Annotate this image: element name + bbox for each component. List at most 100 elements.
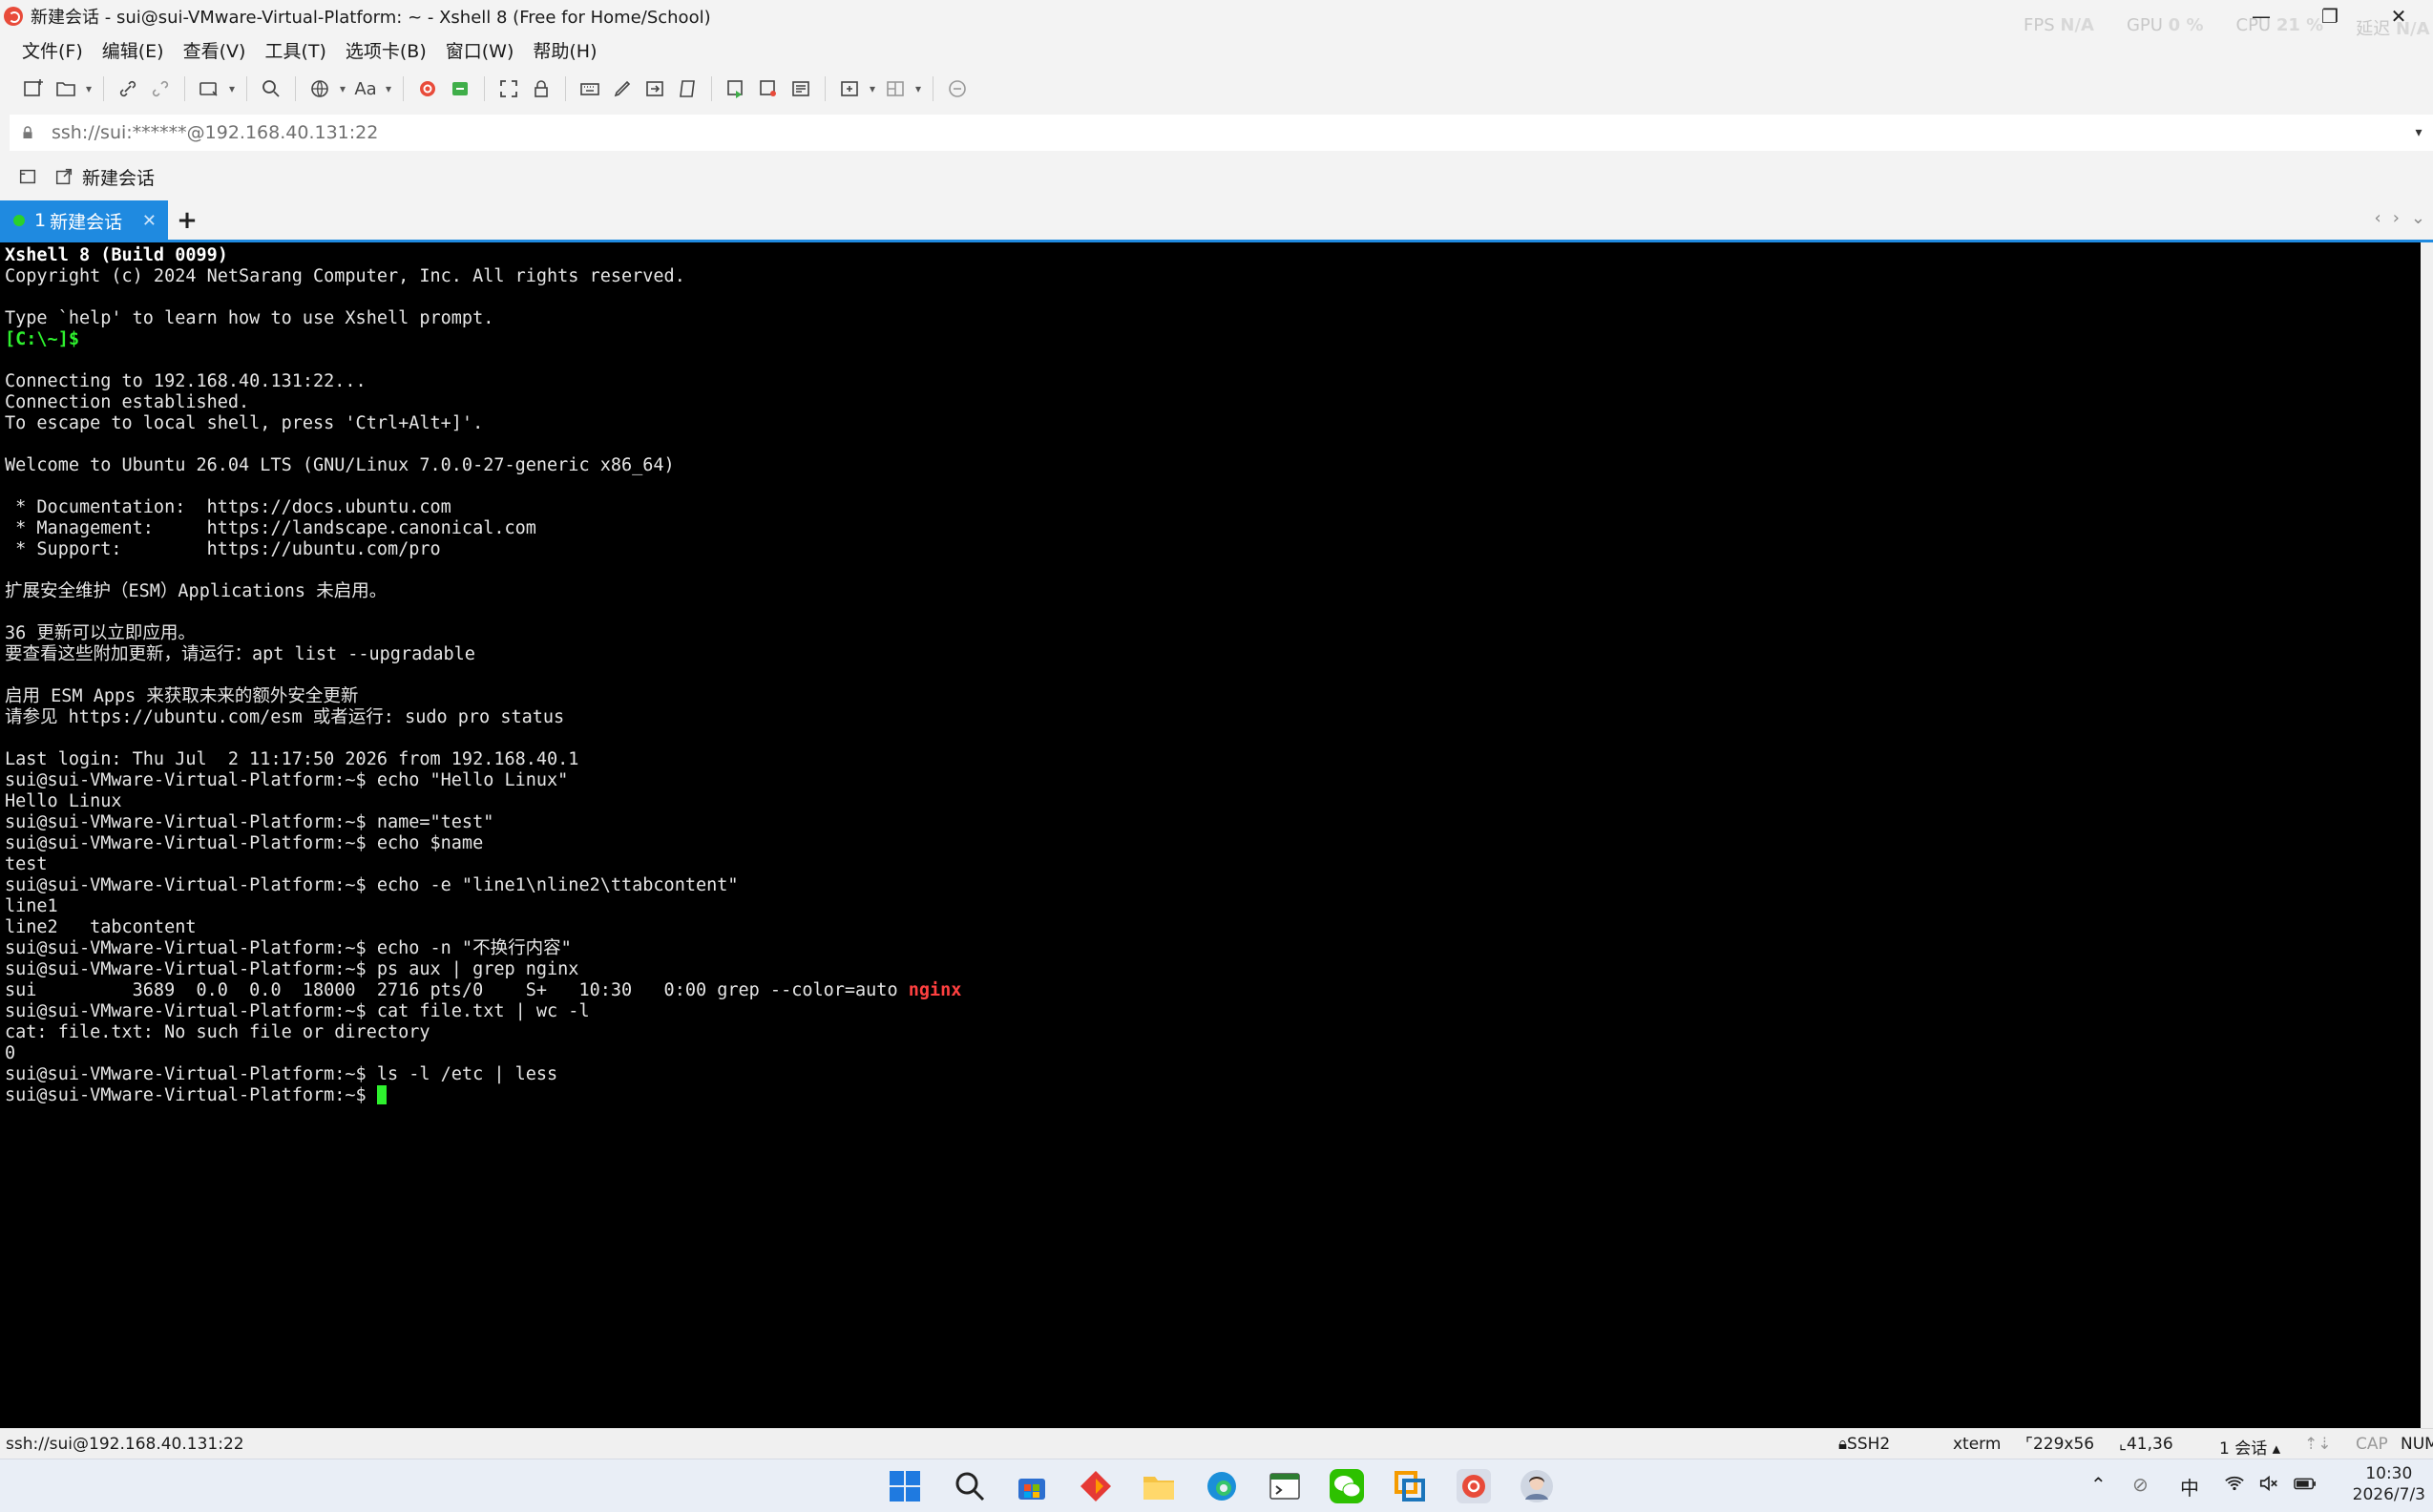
session-list-icon[interactable] <box>15 164 40 189</box>
chat-icon[interactable] <box>941 73 974 105</box>
status-size: ⌜229x56 <box>2025 1435 2095 1454</box>
terminal-window-icon[interactable] <box>1268 1469 1302 1503</box>
new-session-icon[interactable] <box>17 73 50 105</box>
lock-icon[interactable] <box>525 73 557 105</box>
chevron-down-icon[interactable]: ▾ <box>2404 125 2433 140</box>
terminal-text: line1 <box>5 896 58 916</box>
log-icon[interactable] <box>752 73 785 105</box>
terminal-output[interactable]: Xshell 8 (Build 0099) Copyright (c) 2024 … <box>0 242 2421 1428</box>
toolbar-divider <box>246 76 247 101</box>
chevron-down-icon[interactable]: ▾ <box>336 73 349 105</box>
terminal-line: sui@sui-VMware-Virtual-Platform:~$ ls -l… <box>5 1064 2421 1085</box>
chevron-down-icon[interactable]: ▾ <box>866 73 879 105</box>
chevron-down-icon[interactable]: ▾ <box>225 73 239 105</box>
menu-view[interactable]: 查看(V) <box>180 35 249 65</box>
wechat-icon[interactable] <box>1330 1469 1364 1503</box>
keyboard-icon[interactable] <box>574 73 606 105</box>
user-avatar-icon[interactable] <box>1520 1469 1554 1503</box>
search-icon[interactable] <box>953 1469 987 1503</box>
app-diamond-icon[interactable] <box>1079 1469 1113 1503</box>
windows-start-icon[interactable] <box>888 1469 922 1503</box>
windows-taskbar: ⌃ ⊘ 中 10:30 2026/7/3 <box>0 1459 2433 1512</box>
terminal-text: sui@sui-VMware-Virtual-Platform:~$ <box>5 1085 377 1105</box>
new-tab-icon[interactable] <box>833 73 866 105</box>
terminal-line: To escape to local shell, press 'Ctrl+Al… <box>5 413 2421 434</box>
terminal-text: sui@sui-VMware-Virtual-Platform:~$ ls -l… <box>5 1064 558 1084</box>
toolbar-divider <box>484 76 485 101</box>
notes-icon[interactable] <box>785 73 817 105</box>
tab-next-icon[interactable]: › <box>2393 208 2400 228</box>
terminal-scrollbar[interactable] <box>2421 242 2433 1428</box>
highlight-pen-icon[interactable] <box>606 73 639 105</box>
terminal-text: sui@sui-VMware-Virtual-Platform:~$ ps au… <box>5 959 579 979</box>
tab-list-icon[interactable]: ⌄ <box>2411 208 2425 228</box>
font-icon[interactable]: Aa <box>349 73 382 105</box>
minimize-button[interactable]: — <box>2227 0 2296 32</box>
menu-tools[interactable]: 工具(T) <box>262 35 328 65</box>
add-tab-button[interactable]: + <box>168 206 206 235</box>
globe-icon[interactable] <box>304 73 336 105</box>
input-method-indicator[interactable]: 中 <box>2180 1473 2199 1501</box>
xshell-app-icon[interactable] <box>4 7 23 26</box>
network-off-icon[interactable]: ⊘ <box>2132 1473 2149 1496</box>
status-num: NUM <box>2401 1435 2433 1454</box>
store-icon[interactable] <box>1015 1469 1049 1503</box>
terminal-line: Connecting to 192.168.40.131:22... <box>5 371 2421 392</box>
toolbar-divider <box>825 76 826 101</box>
saved-session-link[interactable]: 新建会话 <box>82 164 155 190</box>
external-link-icon[interactable] <box>52 164 76 189</box>
close-icon[interactable]: ✕ <box>142 211 157 231</box>
menu-edit[interactable]: 编辑(E) <box>99 35 167 65</box>
terminal-line: sui@sui-VMware-Virtual-Platform:~$ cat f… <box>5 1001 2421 1022</box>
compose-icon[interactable] <box>639 73 671 105</box>
terminal-text: Welcome to Ubuntu 26.04 LTS (GNU/Linux 7… <box>5 455 675 475</box>
status-cursor: ⌞41,36 <box>2119 1435 2173 1454</box>
terminal-text: Last login: Thu Jul 2 11:17:50 2026 from… <box>5 749 579 769</box>
menu-help[interactable]: 帮助(H) <box>530 35 599 65</box>
terminal-text: Type `help' to learn how to use Xshell p… <box>5 308 494 328</box>
xshell-taskbar-icon[interactable] <box>1457 1469 1491 1503</box>
script-icon[interactable] <box>671 73 703 105</box>
menu-tabs[interactable]: 选项卡(B) <box>343 35 430 65</box>
wifi-icon[interactable] <box>2224 1473 2245 1499</box>
terminal-text: 启用 ESM Apps 来获取未来的额外安全更新 <box>5 686 359 706</box>
close-window-button[interactable]: ✕ <box>2364 0 2433 32</box>
xshell-logo-icon[interactable] <box>411 73 444 105</box>
connect-link-icon[interactable] <box>112 73 144 105</box>
terminal-text: line2 tabcontent <box>5 917 197 937</box>
terminal-line: sui@sui-VMware-Virtual-Platform:~$ echo … <box>5 875 2421 896</box>
menu-file[interactable]: 文件(F) <box>19 35 86 65</box>
edge-browser-icon[interactable] <box>1205 1469 1239 1503</box>
battery-icon[interactable] <box>2293 1473 2318 1499</box>
transfer-icon[interactable] <box>720 73 752 105</box>
vmware-icon[interactable] <box>1393 1469 1427 1503</box>
volume-muted-icon[interactable] <box>2258 1473 2279 1499</box>
address-bar[interactable]: ssh://sui:******@192.168.40.131:22 ▾ <box>10 115 2433 151</box>
open-folder-icon[interactable] <box>50 73 82 105</box>
chevron-down-icon[interactable]: ▾ <box>382 73 395 105</box>
system-clock[interactable]: 10:30 2026/7/3 <box>2353 1463 2425 1505</box>
terminal-text: * Support: https://ubuntu.com/pro <box>5 539 441 559</box>
terminal-line: 要查看这些附加更新，请运行：apt list --upgradable <box>5 644 2421 665</box>
toolbar-divider <box>565 76 566 101</box>
restore-button[interactable]: ❐ <box>2296 0 2364 32</box>
chevron-up-icon[interactable]: ⌃ <box>2090 1473 2107 1496</box>
address-input[interactable]: ssh://sui:******@192.168.40.131:22 <box>52 122 2404 143</box>
tab-prev-icon[interactable]: ‹ <box>2375 208 2381 228</box>
status-sessions[interactable]: 1 会话 ▴ <box>2219 1435 2280 1459</box>
terminal-text: sui@sui-VMware-Virtual-Platform:~$ echo … <box>5 833 484 853</box>
chevron-down-icon[interactable]: ▾ <box>912 73 925 105</box>
layout-icon[interactable] <box>879 73 912 105</box>
chevron-down-icon[interactable]: ▾ <box>82 73 95 105</box>
terminal-line: Welcome to Ubuntu 26.04 LTS (GNU/Linux 7… <box>5 455 2421 476</box>
xftp-icon[interactable] <box>444 73 476 105</box>
session-manager-icon[interactable] <box>193 73 225 105</box>
tab-new-session[interactable]: 1 新建会话 ✕ <box>0 200 168 241</box>
fullscreen-icon[interactable] <box>493 73 525 105</box>
terminal-line: sui 3689 0.0 0.0 18000 2716 pts/0 S+ 10:… <box>5 980 2421 1001</box>
disconnect-link-icon[interactable] <box>144 73 177 105</box>
menu-window[interactable]: 窗口(W) <box>443 35 517 65</box>
file-explorer-icon[interactable] <box>1142 1469 1176 1503</box>
search-icon[interactable] <box>255 73 287 105</box>
